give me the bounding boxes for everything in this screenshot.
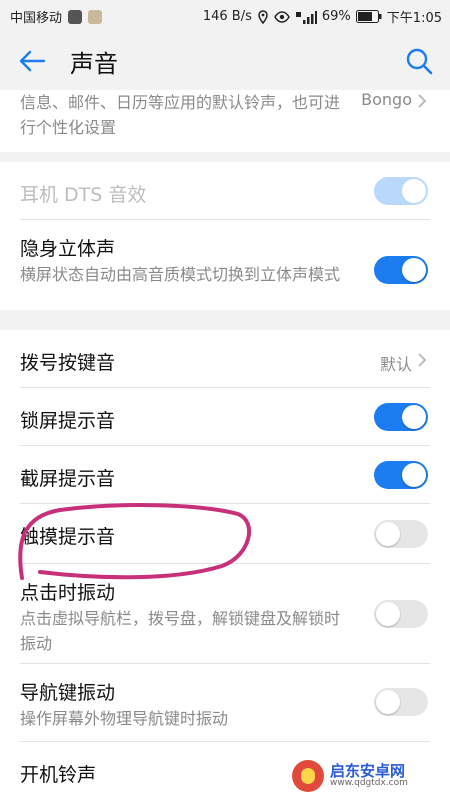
row-lock-screen[interactable]: 锁屏提示音	[0, 388, 450, 446]
screenshot-switch[interactable]	[374, 461, 428, 489]
nav-vibrate-subtitle: 操作屏幕外物理导航键时振动	[20, 709, 229, 728]
tap-vibrate-title: 点击时振动	[20, 582, 116, 604]
earphone-dts-title: 耳机 DTS 音效	[20, 184, 147, 206]
switch-knob	[402, 179, 426, 203]
watermark-url: www.qdgtdx.com	[330, 778, 408, 789]
switch-knob	[376, 690, 400, 714]
carrier-label: 中国移动	[10, 11, 63, 26]
clock: 下午1:05	[386, 11, 442, 26]
tap-vibrate-subtitle: 点击虚拟导航栏，拨号盘，解锁键盘及解锁时振动	[20, 609, 341, 653]
nav-vibrate-switch[interactable]	[374, 688, 428, 716]
row-stealth-stereo[interactable]: 隐身立体声 横屏状态自动由高音质模式切换到立体声模式	[0, 220, 450, 310]
chevron-right-icon	[418, 353, 427, 367]
status-left: 中国移动	[10, 7, 103, 26]
watermark-name: 启东安卓网	[330, 761, 406, 780]
lock-screen-switch[interactable]	[374, 403, 428, 431]
nav-vibrate-title: 导航键振动	[20, 682, 116, 704]
touch-sound-switch[interactable]	[374, 520, 428, 548]
status-right: 146 B/s 69% 下午1:05	[203, 7, 442, 26]
stealth-stereo-subtitle: 横屏状态自动由高音质模式切换到立体声模式	[20, 265, 341, 284]
battery-icon	[355, 10, 382, 23]
boot-ringtone-title: 开机铃声	[20, 764, 97, 786]
notification-image-icon	[88, 9, 103, 24]
watermark-logo-icon	[292, 760, 324, 792]
stealth-stereo-switch[interactable]	[374, 256, 428, 284]
row-nav-vibrate[interactable]: 导航键振动 操作屏幕外物理导航键时振动	[0, 664, 450, 742]
chevron-right-icon	[418, 94, 427, 108]
page-title: 声音	[70, 50, 118, 78]
ringtone-description: 信息、邮件、日历等应用的默认铃声，也可进行个性化设置	[20, 93, 341, 137]
switch-knob	[402, 258, 426, 282]
lock-screen-title: 锁屏提示音	[20, 410, 116, 432]
signal-4g-icon	[295, 10, 317, 24]
switch-knob	[376, 602, 400, 626]
eye-icon	[274, 10, 290, 23]
dial-keypad-value: 默认	[379, 355, 412, 374]
battery-percent: 69%	[321, 9, 351, 24]
row-tap-vibrate[interactable]: 点击时振动 点击虚拟导航栏，拨号盘，解锁键盘及解锁时振动	[0, 564, 450, 664]
tap-vibrate-switch[interactable]	[374, 600, 428, 628]
screen: 中国移动 146 B/s 69% 下午1:05 声音 信息、邮件、日历等应用的默…	[0, 0, 450, 800]
switch-knob	[376, 522, 400, 546]
touch-sound-title: 触摸提示音	[20, 526, 116, 548]
row-dial-keypad[interactable]: 拨号按键音 默认	[0, 330, 450, 388]
watermark: 启东安卓网 www.qdgtdx.com	[292, 758, 442, 794]
earphone-dts-switch	[374, 177, 428, 205]
back-arrow-icon[interactable]	[14, 46, 50, 76]
network-speed: 146 B/s	[202, 9, 252, 24]
row-touch-sound[interactable]: 触摸提示音	[0, 504, 450, 564]
ringtone-value: Bongo	[361, 90, 412, 109]
dial-keypad-title: 拨号按键音	[20, 352, 116, 374]
status-bar: 中国移动 146 B/s 69% 下午1:05	[0, 0, 450, 32]
app-bar: 声音	[0, 32, 450, 90]
search-icon[interactable]	[404, 46, 434, 76]
switch-knob	[402, 405, 426, 429]
watermark-text: 启东安卓网 www.qdgtdx.com	[330, 763, 408, 789]
row-screenshot[interactable]: 截屏提示音	[0, 446, 450, 504]
stealth-stereo-title: 隐身立体声	[20, 238, 116, 260]
notification-app-icon	[68, 9, 83, 24]
screenshot-title: 截屏提示音	[20, 468, 116, 490]
location-icon	[258, 9, 268, 24]
row-default-ringtone[interactable]: 信息、邮件、日历等应用的默认铃声，也可进行个性化设置 Bongo	[0, 90, 450, 152]
switch-knob	[402, 463, 426, 487]
row-earphone-dts: 耳机 DTS 音效	[0, 162, 450, 220]
